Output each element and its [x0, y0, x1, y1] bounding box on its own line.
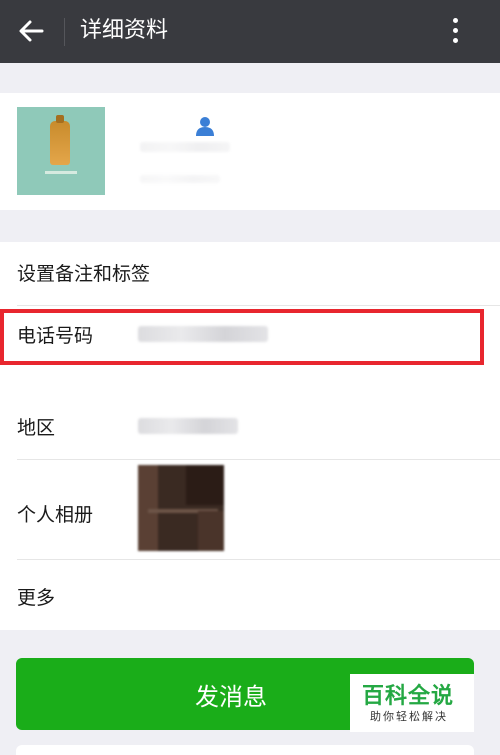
- watermark-sub: 助你轻松解决: [370, 710, 448, 723]
- more-vertical-icon: [453, 18, 458, 23]
- watermark-main: 百科全说: [362, 683, 455, 708]
- watermark: 百科全说 助你轻松解决: [350, 674, 474, 732]
- top-bar: 详细资料: [0, 0, 500, 63]
- phone-highlight-box: [0, 309, 484, 365]
- avatar-caption: [45, 171, 77, 174]
- details-card: 地区 个人相册 更多: [0, 392, 500, 630]
- blurred-nickname: [140, 142, 230, 152]
- avatar[interactable]: [17, 107, 105, 195]
- page-title: 详细资料: [80, 18, 169, 43]
- row-divider: [17, 305, 500, 306]
- remark-tags-row[interactable]: 设置备注和标签: [17, 261, 150, 287]
- blurred-id: [140, 175, 220, 183]
- profile-card: [0, 93, 500, 210]
- send-message-label: 发消息: [195, 682, 267, 711]
- more-row[interactable]: 更多: [17, 585, 55, 611]
- blurred-region: [138, 418, 238, 434]
- more-dot: [453, 28, 458, 33]
- region-label: 地区: [17, 417, 56, 439]
- more-dot: [453, 38, 458, 43]
- row-divider: [17, 459, 500, 460]
- header-divider: [64, 18, 65, 46]
- row-divider: [17, 559, 500, 560]
- person-icon: [196, 117, 214, 136]
- avatar-bottle: [50, 115, 70, 165]
- more-options-button[interactable]: [440, 14, 470, 48]
- next-action-button[interactable]: [16, 745, 474, 755]
- album-label: 个人相册: [17, 504, 94, 526]
- album-thumbnail[interactable]: [138, 465, 224, 551]
- back-button[interactable]: [14, 14, 48, 48]
- arrow-left-icon: [19, 20, 44, 42]
